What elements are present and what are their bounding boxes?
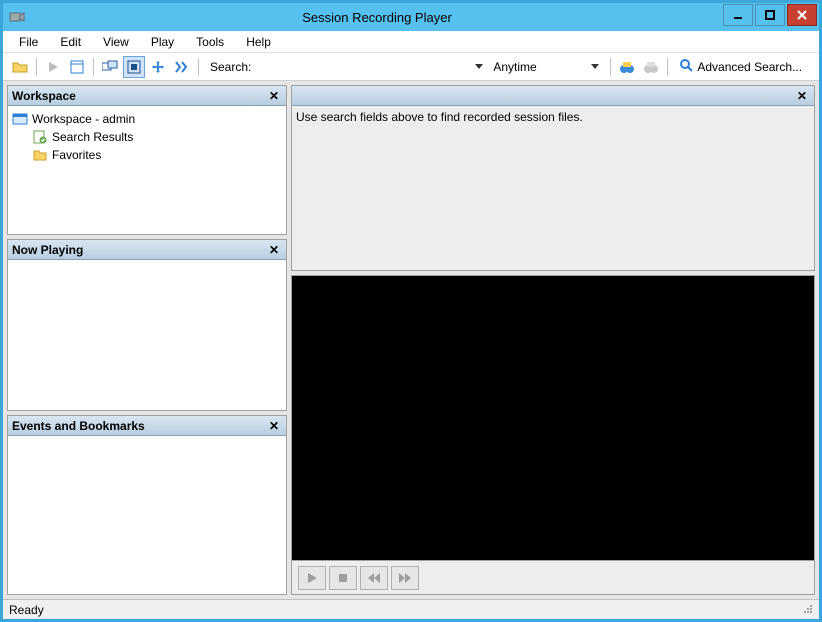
events-panel-title: Events and Bookmarks (12, 419, 266, 433)
toolbar-separator (667, 58, 668, 76)
player-stop-button[interactable] (329, 566, 357, 590)
binoculars-disabled-icon (640, 56, 662, 78)
search-results-icon (32, 129, 48, 145)
close-button[interactable] (787, 4, 817, 26)
events-panel: Events and Bookmarks ✕ (7, 415, 287, 595)
search-label: Search: (210, 60, 251, 74)
workspace-panel-title: Workspace (12, 89, 266, 103)
toolbar-separator (36, 58, 37, 76)
player-viewport[interactable] (292, 276, 814, 560)
player-play-button[interactable] (298, 566, 326, 590)
time-filter-label: Anytime (493, 60, 536, 74)
time-filter-dropdown[interactable]: Anytime (491, 58, 601, 76)
menu-edit[interactable]: Edit (50, 33, 91, 51)
toolbar-separator (198, 58, 199, 76)
resize-grip-icon[interactable] (801, 602, 813, 617)
menu-view[interactable]: View (93, 33, 139, 51)
tree-search-results-label: Search Results (52, 130, 133, 144)
player-panel (291, 275, 815, 595)
search-results-panel: ✕ Use search fields above to find record… (291, 85, 815, 271)
minimize-button[interactable] (723, 4, 753, 26)
window-icon[interactable] (66, 56, 88, 78)
pan-icon[interactable] (147, 56, 169, 78)
window-title: Session Recording Player (31, 10, 723, 25)
search-input[interactable] (257, 58, 467, 76)
player-fast-forward-button[interactable] (391, 566, 419, 590)
menu-tools[interactable]: Tools (186, 33, 234, 51)
app-icon (9, 9, 25, 25)
tree-search-results[interactable]: Search Results (32, 128, 282, 146)
maximize-button[interactable] (755, 4, 785, 26)
open-folder-icon[interactable] (9, 56, 31, 78)
workspace-panel: Workspace ✕ Workspace - admin (7, 85, 287, 235)
menu-file[interactable]: File (9, 33, 48, 51)
tree-root-label: Workspace - admin (32, 112, 135, 126)
search-results-panel-close[interactable]: ✕ (794, 88, 810, 104)
search-dropdown-arrow[interactable] (473, 58, 485, 76)
search-hint-text: Use search fields above to find recorded… (296, 110, 583, 124)
binoculars-icon[interactable] (616, 56, 638, 78)
toolbar-separator (93, 58, 94, 76)
workspace-icon (12, 111, 28, 127)
monitors-icon[interactable] (99, 56, 121, 78)
fit-screen-icon[interactable] (123, 56, 145, 78)
status-text: Ready (9, 603, 44, 617)
menu-play[interactable]: Play (141, 33, 184, 51)
toolbar-separator (610, 58, 611, 76)
chevrons-right-icon[interactable] (171, 56, 193, 78)
tree-favorites[interactable]: Favorites (32, 146, 282, 164)
tree-root[interactable]: Workspace - admin (12, 110, 282, 128)
workspace-panel-close[interactable]: ✕ (266, 88, 282, 104)
advanced-search-button[interactable]: Advanced Search... (673, 56, 808, 78)
advanced-search-label: Advanced Search... (697, 60, 802, 74)
now-playing-panel: Now Playing ✕ (7, 239, 287, 411)
menu-help[interactable]: Help (236, 33, 281, 51)
now-playing-close[interactable]: ✕ (266, 242, 282, 258)
player-rewind-button[interactable] (360, 566, 388, 590)
events-panel-close[interactable]: ✕ (266, 418, 282, 434)
play-icon[interactable] (42, 56, 64, 78)
advanced-search-icon (679, 58, 693, 75)
tree-favorites-label: Favorites (52, 148, 101, 162)
folder-icon (32, 147, 48, 163)
now-playing-title: Now Playing (12, 243, 266, 257)
